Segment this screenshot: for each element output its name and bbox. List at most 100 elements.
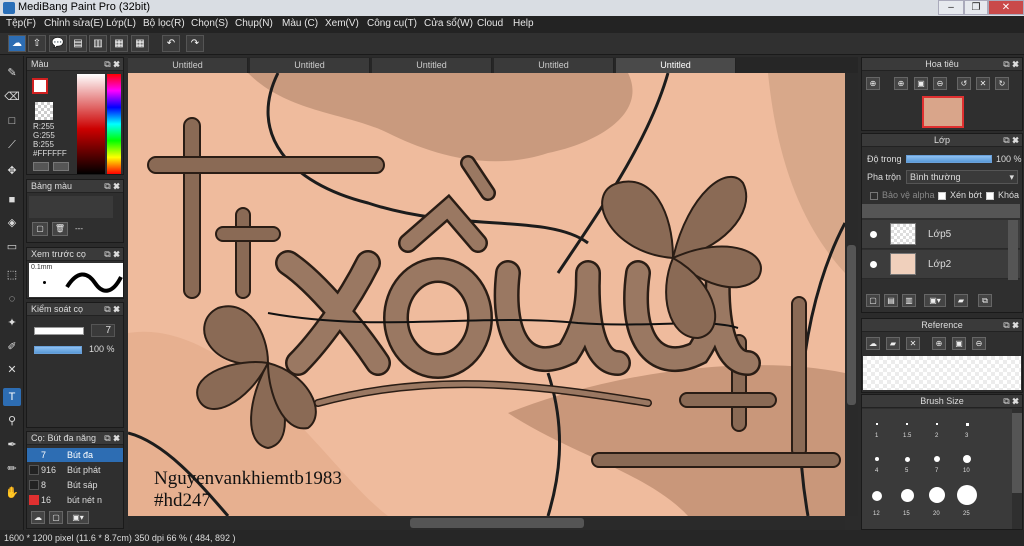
brush-size-dot-icon[interactable] bbox=[905, 457, 910, 462]
undo-icon[interactable]: ↶ bbox=[162, 35, 180, 52]
text-tool-icon[interactable]: T bbox=[3, 388, 21, 406]
layer-visibility-icon[interactable] bbox=[870, 261, 877, 268]
panel-close-icon[interactable]: ⧉ ✖ bbox=[104, 180, 120, 193]
maximize-button[interactable]: ❐ bbox=[964, 0, 988, 15]
document-icon[interactable]: ▤ bbox=[69, 35, 87, 52]
magic-wand-tool-icon[interactable]: ✦ bbox=[3, 314, 21, 332]
layer-text-icon[interactable]: ▥ bbox=[902, 294, 916, 307]
rectangle-tool-icon[interactable]: □ bbox=[3, 112, 21, 130]
panel-close-icon[interactable]: ⧉ ✖ bbox=[104, 303, 120, 316]
zoom-in-icon[interactable]: ⊕ bbox=[932, 337, 946, 350]
swatch-area[interactable] bbox=[29, 196, 113, 218]
duplicate-layer-icon[interactable]: ⧉ bbox=[978, 294, 992, 307]
blend-mode-select[interactable]: Bình thường ▾ bbox=[906, 170, 1018, 184]
menu-cloud[interactable]: Cloud bbox=[477, 18, 503, 29]
tab-untitled[interactable]: Untitled bbox=[372, 58, 492, 73]
hand-tool-icon[interactable]: ✋ bbox=[3, 484, 21, 502]
tab-untitled[interactable]: Untitled bbox=[494, 58, 614, 73]
page-icon[interactable]: ▥ bbox=[89, 35, 107, 52]
add-brush-icon[interactable]: ▢ bbox=[49, 511, 63, 524]
cloud-icon[interactable]: ☁ bbox=[866, 337, 880, 350]
brush-size-dot-icon[interactable] bbox=[936, 423, 938, 425]
brush-size-dot-icon[interactable] bbox=[957, 485, 977, 505]
layer-add-menu-icon[interactable]: ▣▾ bbox=[924, 294, 946, 307]
brush-size-dot-icon[interactable] bbox=[901, 489, 914, 502]
dropper-tool-icon[interactable]: ✒ bbox=[3, 436, 21, 454]
brush-tool-icon[interactable]: ✎ bbox=[3, 64, 21, 82]
color-swap-button[interactable] bbox=[53, 162, 69, 171]
eraser-tool-icon[interactable]: ⌫ bbox=[3, 88, 21, 106]
zoom-in-icon[interactable]: ⊕ bbox=[894, 77, 908, 90]
minimize-button[interactable]: – bbox=[938, 0, 964, 15]
menu-select[interactable]: Chọn(S) bbox=[191, 18, 228, 29]
fit-icon[interactable]: ▣ bbox=[952, 337, 966, 350]
panel-close-icon[interactable]: ⧉ ✖ bbox=[104, 248, 120, 261]
lasso-tool-icon[interactable]: ◌ bbox=[3, 290, 21, 308]
cloud-brush-icon[interactable]: ☁ bbox=[31, 511, 45, 524]
close-button[interactable]: ✕ bbox=[988, 0, 1024, 15]
upload-icon[interactable]: ⇧ bbox=[28, 35, 46, 52]
move-tool-icon[interactable]: ✥ bbox=[3, 162, 21, 180]
vertical-scrollbar[interactable] bbox=[845, 73, 858, 516]
panel-close-icon[interactable]: ⧉ ✖ bbox=[104, 432, 120, 445]
navigator-thumbnail[interactable] bbox=[922, 96, 964, 128]
brush-size-dot-icon[interactable] bbox=[906, 423, 908, 425]
brush-size-value[interactable]: 7 bbox=[91, 324, 115, 337]
menu-window[interactable]: Cửa sổ(W) bbox=[424, 18, 473, 29]
panel-close-icon[interactable]: ⧉ ✖ bbox=[1003, 319, 1019, 332]
protect-alpha-checkbox[interactable] bbox=[870, 192, 878, 200]
brush-size-dot-icon[interactable] bbox=[875, 457, 879, 461]
new-layer-alt-icon[interactable]: ▤ bbox=[884, 294, 898, 307]
hue-slider[interactable] bbox=[107, 74, 121, 174]
panel-close-icon[interactable]: ⧉ ✖ bbox=[104, 58, 120, 71]
zoom-out-icon[interactable]: ⊖ bbox=[933, 77, 947, 90]
grid-list-icon[interactable]: ▦ bbox=[110, 35, 128, 52]
reset-view-icon[interactable]: ✕ bbox=[976, 77, 990, 90]
brush-size-dot-icon[interactable] bbox=[966, 423, 969, 426]
select-pen-tool-icon[interactable]: ✐ bbox=[3, 338, 21, 356]
brush-list-item[interactable]: 16 bút nét n bbox=[27, 493, 123, 507]
add-swatch-icon[interactable]: ▢ bbox=[32, 222, 48, 236]
brush-size-dot-icon[interactable] bbox=[872, 491, 882, 501]
menu-filter[interactable]: Bộ lọc(R) bbox=[143, 18, 185, 29]
pen-tool-icon[interactable]: ✏ bbox=[3, 460, 21, 478]
line-tool-icon[interactable]: ⟋ bbox=[3, 136, 21, 154]
cloud-icon[interactable]: ☁ bbox=[8, 35, 26, 52]
tab-untitled[interactable]: Untitled bbox=[128, 58, 248, 73]
reference-image-area[interactable] bbox=[863, 356, 1021, 390]
horizontal-scrollbar[interactable] bbox=[128, 516, 845, 530]
layer-row[interactable]: Lớp2 bbox=[862, 250, 1020, 279]
fit-icon[interactable]: ▣ bbox=[914, 77, 928, 90]
panel-close-icon[interactable]: ⧉ ✖ bbox=[1003, 134, 1019, 147]
delete-swatch-icon[interactable]: 🗑 bbox=[52, 222, 68, 236]
comment-icon[interactable]: 💬 bbox=[49, 35, 67, 52]
brush-menu-icon[interactable]: ▣▾ bbox=[67, 511, 89, 524]
rotate-right-icon[interactable]: ↻ bbox=[995, 77, 1009, 90]
menu-file[interactable]: Tệp(F) bbox=[6, 18, 36, 29]
menu-layer[interactable]: Lớp(L) bbox=[106, 18, 136, 29]
brush-list-item[interactable]: 7 Bút đa bbox=[27, 448, 123, 462]
grid-icon[interactable]: ▦ bbox=[131, 35, 149, 52]
brush-size-scrollbar[interactable] bbox=[1012, 413, 1022, 493]
panel-close-icon[interactable]: ⧉ ✖ bbox=[1003, 395, 1019, 408]
layer-scrollbar[interactable] bbox=[1008, 220, 1018, 280]
brush-size-slider[interactable] bbox=[34, 327, 84, 335]
background-color-swatch[interactable] bbox=[35, 102, 53, 120]
layer-row-partial[interactable] bbox=[862, 204, 1020, 218]
select-eraser-tool-icon[interactable]: ✕ bbox=[3, 361, 21, 379]
menu-capture[interactable]: Chụp(N) bbox=[235, 18, 273, 29]
panel-close-icon[interactable]: ⧉ ✖ bbox=[1003, 58, 1019, 71]
menu-tools[interactable]: Công cụ(T) bbox=[367, 18, 417, 29]
brush-size-dot-icon[interactable] bbox=[876, 423, 878, 425]
brush-size-dot-icon[interactable] bbox=[963, 455, 971, 463]
drawing-canvas[interactable]: Nguyenvankhiemtb1983 #hd247 bbox=[128, 73, 845, 516]
zoom-out-icon[interactable]: ⊖ bbox=[972, 337, 986, 350]
clip-checkbox[interactable] bbox=[938, 192, 946, 200]
brush-size-dot-icon[interactable] bbox=[929, 487, 945, 503]
bucket-tool-icon[interactable]: ◈ bbox=[3, 214, 21, 232]
rotate-left-icon[interactable]: ↺ bbox=[957, 77, 971, 90]
open-folder-icon[interactable]: ▰ bbox=[886, 337, 900, 350]
layer-visibility-icon[interactable] bbox=[870, 231, 877, 238]
brush-list-item[interactable]: 916 Bút phát bbox=[27, 463, 123, 477]
brush-list-item[interactable]: 8 Bút sáp bbox=[27, 478, 123, 492]
